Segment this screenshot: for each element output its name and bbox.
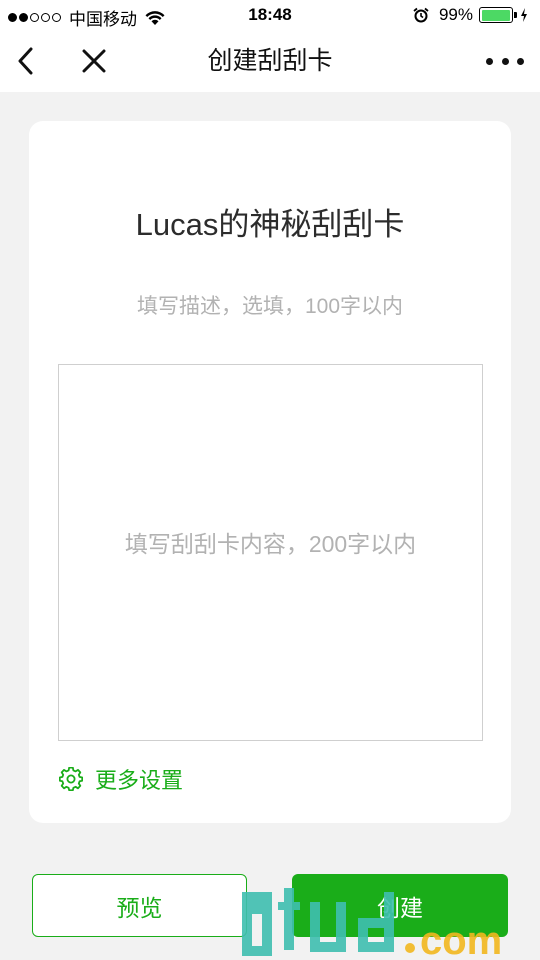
- status-bar: 中国移动 18:48 99%: [0, 0, 540, 30]
- more-settings-label: 更多设置: [95, 768, 184, 793]
- create-button[interactable]: 创建: [292, 874, 508, 937]
- description-input[interactable]: [69, 281, 471, 333]
- charging-icon: [521, 8, 527, 22]
- status-right: 99%: [413, 5, 528, 25]
- more-settings-link[interactable]: 更多设置: [59, 763, 183, 795]
- close-icon: [82, 49, 106, 73]
- scratch-card-form: Lucas的神秘刮刮卡 更多设置: [29, 121, 511, 823]
- more-button[interactable]: [486, 46, 524, 76]
- chevron-left-icon: [18, 47, 33, 75]
- gear-icon: [59, 767, 83, 791]
- back-button[interactable]: [10, 44, 40, 78]
- content-textarea[interactable]: [58, 364, 483, 741]
- battery-level-fill: [481, 9, 511, 21]
- nav-bar: 创建刮刮卡: [0, 30, 540, 92]
- preview-button[interactable]: 预览: [32, 874, 247, 937]
- card-title[interactable]: Lucas的神秘刮刮卡: [29, 199, 511, 244]
- battery-percent: 99%: [438, 5, 473, 24]
- close-button[interactable]: [78, 44, 110, 78]
- battery-icon: [479, 7, 517, 23]
- alarm-icon: [413, 7, 429, 23]
- more-dots-icon: [486, 57, 493, 65]
- screen: 中国移动 18:48 99% 创建刮刮卡 Lucas的神秘刮刮卡 填写描述，选填…: [0, 0, 540, 960]
